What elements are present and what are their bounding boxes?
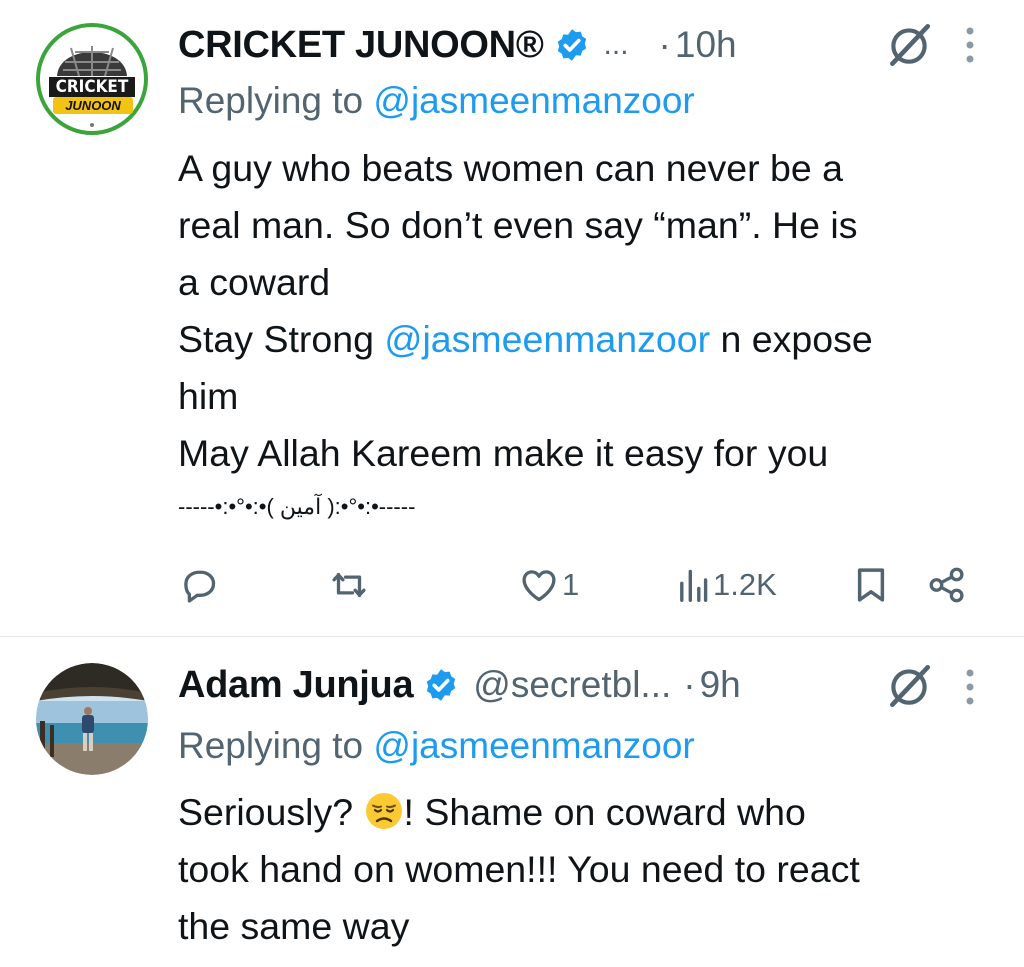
replying-to: Replying to @jasmeenmanzoor [178,725,695,767]
verified-badge-icon [427,669,456,701]
grok-icon[interactable] [884,661,934,711]
separator-dot: · [658,24,671,65]
avatar-logo-bottom-text: JUNOON [65,98,121,113]
separator-dot: · [683,664,696,705]
tweet-text: Seriously? ! Shame on coward who took ha… [178,784,988,955]
avatar-cricket-junoon[interactable]: CRICKET JUNOON [35,22,149,136]
replying-to: Replying to @jasmeenmanzoor [178,80,695,122]
like-count: 1 [562,567,580,602]
tweet-cricket-junoon[interactable]: CRICKET JUNOON CRICKET JUNOON® ... · 10h… [0,0,1024,636]
tweet-line: took hand on women!!! You need to react [178,848,860,890]
views-button[interactable]: 1.2K [675,564,777,606]
more-icon[interactable] [964,667,976,707]
grok-icon[interactable] [884,20,934,70]
tweet-text-span: n expose [710,318,873,360]
author-handle[interactable]: ... [604,28,629,62]
views-icon [680,569,708,603]
timestamp[interactable]: 10h [675,24,737,66]
tweet-text: A guy who beats women can never be a rea… [178,140,988,532]
author-handle[interactable]: @secretbl... [473,664,671,706]
tweet-line: a coward [178,261,331,303]
like-button[interactable]: 1 [518,564,579,606]
tweet-text-span: ! Shame on coward who [403,791,806,833]
reply-icon [184,570,216,603]
reply-button[interactable] [178,564,220,606]
retweet-icon [332,572,366,598]
tweet-line: May Allah Kareem make it easy for you [178,432,829,474]
reply-handle-link[interactable]: @jasmeenmanzoor [373,80,694,121]
tweet-line: Stay Strong @jasmeenmanzoor n expose [178,311,988,368]
tweet-line: A guy who beats women can never be a [178,147,844,189]
disappointed-emoji-icon [365,793,402,829]
verified-badge-icon [557,29,586,61]
tweet-line: the same way [178,905,410,947]
author-name[interactable]: CRICKET JUNOON® [178,24,544,67]
retweet-button[interactable] [328,564,370,606]
avatar-adam-junjua[interactable] [36,663,148,775]
reply-handle-link[interactable]: @jasmeenmanzoor [373,725,694,766]
like-icon [522,570,556,602]
share-button[interactable] [926,564,968,606]
replying-to-label: Replying to [178,80,374,121]
replying-to-label: Replying to [178,725,374,766]
more-icon[interactable] [964,25,976,65]
tweet-line: him [178,375,239,417]
tweet-line: real man. So don’t even say “man”. He is [178,204,858,246]
avatar-logo-top-text: CRICKET [55,77,129,97]
views-count: 1.2K [713,567,777,602]
share-icon [929,567,964,603]
bookmark-icon [857,568,885,602]
action-bar: 1 1.2K [178,560,978,610]
tweet-adam-junjua[interactable]: Adam Junjua @secretbl... · 9h Replying t… [0,637,1024,967]
tweet-header: CRICKET JUNOON® ... · 10h [178,20,984,70]
avatar-photo-icon [36,663,148,775]
tweet-header: Adam Junjua @secretbl... · 9h [178,660,984,710]
bookmark-button[interactable] [850,564,892,606]
author-name[interactable]: Adam Junjua [178,664,414,707]
mention-link[interactable]: @jasmeenmanzoor [384,318,710,360]
tweet-line-decorative: -----•:•°•:•( آمين ):•°•:•----- [178,494,416,519]
tweet-line: Seriously? ! Shame on coward who [178,784,988,841]
timestamp[interactable]: 9h [700,664,741,706]
tweet-text-span: Stay Strong [178,318,385,360]
tweet-text-span: Seriously? [178,791,364,833]
